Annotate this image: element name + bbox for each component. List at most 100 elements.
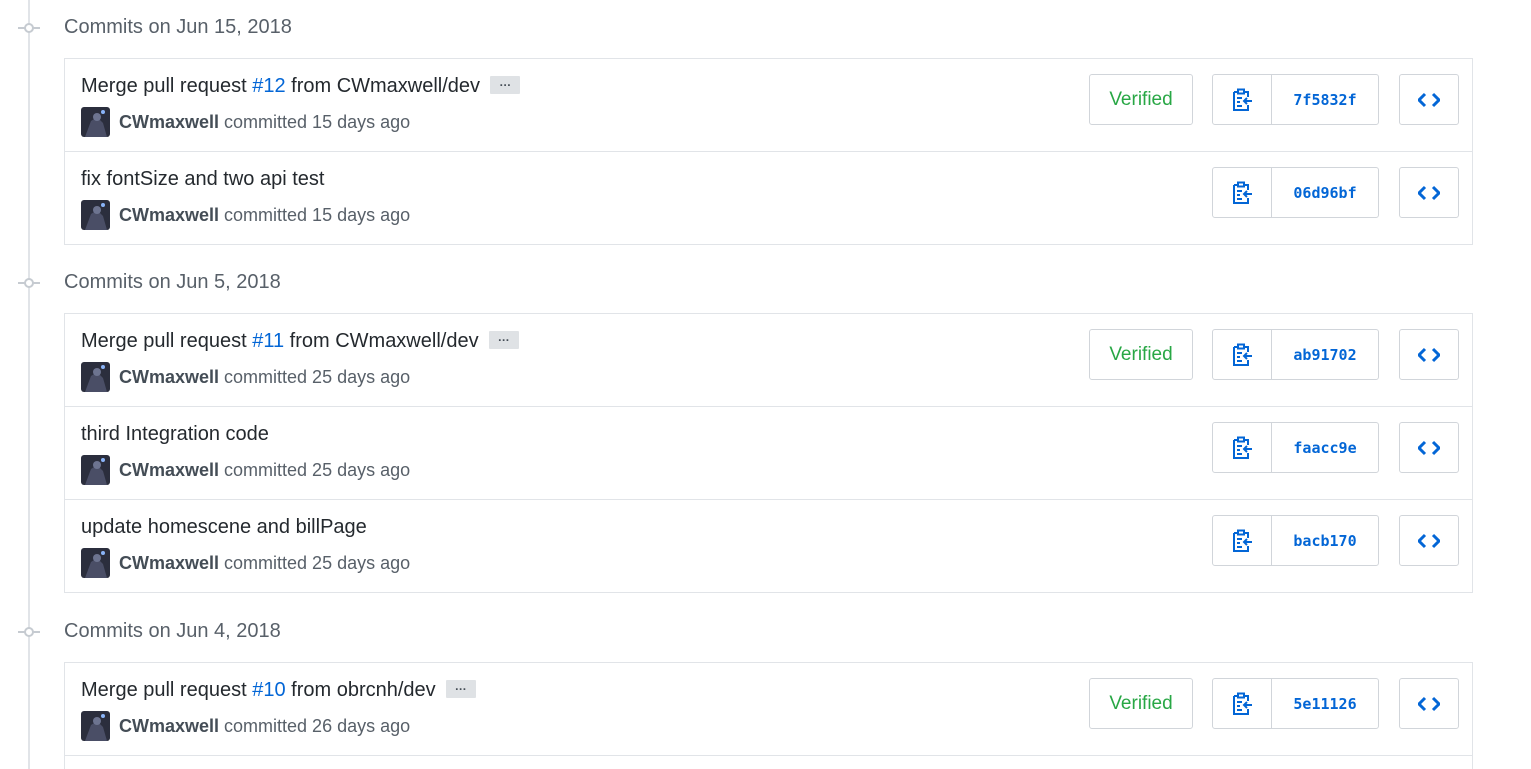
code-icon	[1418, 533, 1440, 548]
sha-button-group: 7f5832f	[1212, 74, 1379, 125]
commit-meta-text: CWmaxwell committed 25 days ago	[119, 367, 410, 388]
commit-sha-link[interactable]: faacc9e	[1272, 423, 1378, 472]
commit-message-link[interactable]: update homescene and billPage	[81, 516, 367, 538]
commit-message-link[interactable]: Merge pull request	[81, 330, 252, 352]
commit-time: committed 25 days ago	[219, 553, 411, 573]
commit-message-link[interactable]: fix fontSize and two api test	[81, 168, 324, 190]
commit-message-link[interactable]: from CWmaxwell/dev	[284, 330, 479, 352]
commit-group-date: Commits on Jun 4, 2018	[64, 620, 281, 642]
clippy-icon	[1233, 436, 1252, 459]
user-avatar[interactable]	[81, 711, 110, 741]
browse-repo-button[interactable]	[1399, 678, 1459, 729]
commit-message-link[interactable]: Merge pull request	[81, 75, 252, 97]
clippy-icon	[1233, 529, 1252, 552]
copy-sha-button[interactable]	[1213, 330, 1272, 379]
copy-sha-button[interactable]	[1213, 168, 1272, 217]
user-avatar[interactable]	[81, 362, 110, 392]
author-link[interactable]: CWmaxwell	[119, 553, 219, 573]
commit-meta-text: CWmaxwell committed 15 days ago	[119, 205, 410, 226]
user-avatar[interactable]	[81, 200, 110, 230]
browse-repo-button[interactable]	[1399, 74, 1459, 125]
commit-row: Merge pull request #12 from CWmaxwell/de…	[65, 59, 1472, 151]
author-link[interactable]: CWmaxwell	[119, 460, 219, 480]
commit-title: Merge pull request #10 from obrcnh/dev …	[81, 679, 476, 702]
sha-button-group: 5e11126	[1212, 678, 1379, 729]
commit-time: committed 25 days ago	[219, 367, 411, 387]
clippy-icon	[1233, 181, 1252, 204]
commit-row	[65, 755, 1472, 769]
commit-group-date: Commits on Jun 15, 2018	[64, 16, 292, 38]
commit-row: Merge pull request #10 from obrcnh/dev… …	[65, 663, 1472, 755]
author-link[interactable]: CWmaxwell	[119, 716, 219, 736]
commit-meta-text: CWmaxwell committed 25 days ago	[119, 553, 410, 574]
commit-title: update homescene and billPage	[81, 516, 367, 539]
user-avatar[interactable]	[81, 107, 110, 137]
code-icon	[1418, 347, 1440, 362]
commit-message-link[interactable]: Merge pull request	[81, 679, 252, 701]
user-avatar[interactable]	[81, 548, 110, 578]
commit-time: committed 15 days ago	[219, 205, 411, 225]
commit-time: committed 25 days ago	[219, 460, 411, 480]
commit-group-date: Commits on Jun 5, 2018	[64, 271, 281, 293]
user-avatar[interactable]	[81, 455, 110, 485]
git-commit-icon	[18, 278, 40, 288]
commit-group-header: Commits on Jun 15, 2018	[0, 8, 600, 48]
commit-group-header: Commits on Jun 4, 2018	[0, 612, 600, 652]
expand-description-button[interactable]: …	[488, 330, 519, 349]
verified-badge[interactable]: Verified	[1089, 329, 1193, 380]
commit-list: Merge pull request #12 from CWmaxwell/de…	[64, 58, 1473, 245]
author-link[interactable]: CWmaxwell	[119, 205, 219, 225]
sha-button-group: bacb170	[1212, 515, 1379, 566]
commit-meta-text: CWmaxwell committed 26 days ago	[119, 716, 410, 737]
commit-message-link[interactable]: third Integration code	[81, 423, 269, 445]
git-commit-icon	[18, 23, 40, 33]
copy-sha-button[interactable]	[1213, 679, 1272, 728]
commit-meta-text: CWmaxwell committed 25 days ago	[119, 460, 410, 481]
commit-title: fix fontSize and two api test	[81, 168, 324, 191]
browse-repo-button[interactable]	[1399, 329, 1459, 380]
commit-message-link[interactable]: from CWmaxwell/dev	[286, 75, 480, 97]
commit-sha-link[interactable]: 5e11126	[1272, 679, 1378, 728]
pull-request-link[interactable]: #10	[252, 679, 285, 701]
copy-sha-button[interactable]	[1213, 516, 1272, 565]
sha-button-group: faacc9e	[1212, 422, 1379, 473]
commit-sha-link[interactable]: 7f5832f	[1272, 75, 1378, 124]
commit-sha-link[interactable]: bacb170	[1272, 516, 1378, 565]
sha-button-group: 06d96bf	[1212, 167, 1379, 218]
author-link[interactable]: CWmaxwell	[119, 367, 219, 387]
git-commit-icon	[18, 627, 40, 637]
expand-description-button[interactable]: …	[490, 75, 521, 94]
code-icon	[1418, 440, 1440, 455]
commit-list: Merge pull request #11 from CWmaxwell/de…	[64, 313, 1473, 593]
timeline-line	[28, 0, 30, 769]
browse-repo-button[interactable]	[1399, 515, 1459, 566]
commit-row: third Integration code CWmaxwell committ…	[65, 406, 1472, 499]
clippy-icon	[1233, 343, 1252, 366]
clippy-icon	[1233, 692, 1252, 715]
copy-sha-button[interactable]	[1213, 75, 1272, 124]
author-link[interactable]: CWmaxwell	[119, 112, 219, 132]
code-icon	[1418, 92, 1440, 107]
browse-repo-button[interactable]	[1399, 167, 1459, 218]
commit-title: third Integration code	[81, 423, 269, 446]
code-icon	[1418, 185, 1440, 200]
commit-row: update homescene and billPage CWmaxwell …	[65, 499, 1472, 592]
verified-badge[interactable]: Verified	[1089, 678, 1193, 729]
clippy-icon	[1233, 88, 1252, 111]
commit-title: Merge pull request #11 from CWmaxwell/de…	[81, 330, 519, 353]
commit-sha-link[interactable]: 06d96bf	[1272, 168, 1378, 217]
commit-message-link[interactable]: from obrcnh/dev	[286, 679, 436, 701]
commit-time: committed 15 days ago	[219, 112, 411, 132]
commit-row: Merge pull request #11 from CWmaxwell/de…	[65, 314, 1472, 406]
commit-group-header: Commits on Jun 5, 2018	[0, 263, 600, 303]
expand-description-button[interactable]: …	[445, 679, 476, 698]
copy-sha-button[interactable]	[1213, 423, 1272, 472]
commit-list: Merge pull request #10 from obrcnh/dev… …	[64, 662, 1473, 769]
pull-request-link[interactable]: #12	[252, 75, 285, 97]
verified-badge[interactable]: Verified	[1089, 74, 1193, 125]
sha-button-group: ab91702	[1212, 329, 1379, 380]
code-icon	[1418, 696, 1440, 711]
pull-request-link[interactable]: #11	[252, 330, 284, 352]
commit-sha-link[interactable]: ab91702	[1272, 330, 1378, 379]
browse-repo-button[interactable]	[1399, 422, 1459, 473]
